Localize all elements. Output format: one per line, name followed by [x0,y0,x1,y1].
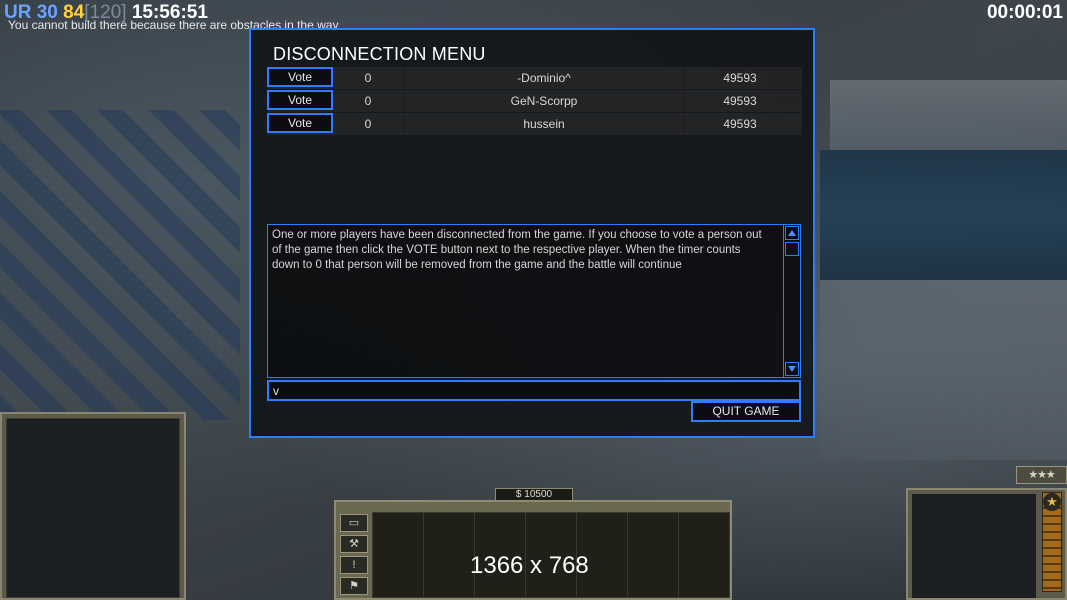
terrain-water [820,150,1067,280]
quit-game-button[interactable]: QUIT GAME [691,401,801,422]
resolution-label: 1366 x 768 [470,552,589,579]
general-star-icon[interactable]: ★ [1043,493,1061,511]
chat-input[interactable] [267,380,801,401]
player-ping: 49593 [723,117,757,131]
wrench-icon[interactable]: ⚒ [340,535,368,553]
rank-stars[interactable]: ★★★ [1016,466,1067,484]
vote-count: 0 [364,117,372,131]
player-list: Vote 0 -Dominio^ 49593 Vote 0 GeN-Scorpp… [267,67,802,136]
command-tabs: ▭ ⚒ ! ⚑ [340,514,370,598]
message-scrollbar[interactable] [783,224,801,378]
scroll-down-arrow-icon[interactable] [785,362,799,376]
minimap[interactable] [0,412,186,600]
vote-count: 0 [364,71,372,85]
vote-button[interactable]: Vote [267,67,333,87]
alert-icon[interactable]: ! [340,556,368,574]
game-timer: 00:00:01 [986,2,1063,23]
disconnection-dialog: DISCONNECTION MENU Vote 0 -Dominio^ 4959… [249,28,815,438]
command-panel: ▭ ⚒ ! ⚑ [334,500,732,600]
player-name: GeN-Scorpp [403,90,685,112]
player-name: -Dominio^ [403,67,685,89]
dialog-title: DISCONNECTION MENU [273,44,486,64]
player-ping: 49593 [723,71,757,85]
terrain-blue-pattern [0,110,240,420]
player-ping: 49593 [723,94,757,108]
structures-icon[interactable]: ▭ [340,514,368,532]
player-row: Vote 0 -Dominio^ 49593 [267,67,802,89]
vote-button[interactable]: Vote [267,113,333,133]
scroll-up-arrow-icon[interactable] [785,226,799,240]
player-name: hussein [403,113,685,135]
vote-count: 0 [364,94,372,108]
info-message-box: One or more players have been disconnect… [267,224,786,378]
player-row: Vote 0 hussein 49593 [267,113,802,135]
player-row: Vote 0 GeN-Scorpp 49593 [267,90,802,112]
flag-icon[interactable]: ⚑ [340,577,368,595]
vote-button[interactable]: Vote [267,90,333,110]
scroll-thumb[interactable] [785,242,799,256]
terrain-snow [830,80,1067,150]
terrain-snow-lower [820,280,1067,460]
